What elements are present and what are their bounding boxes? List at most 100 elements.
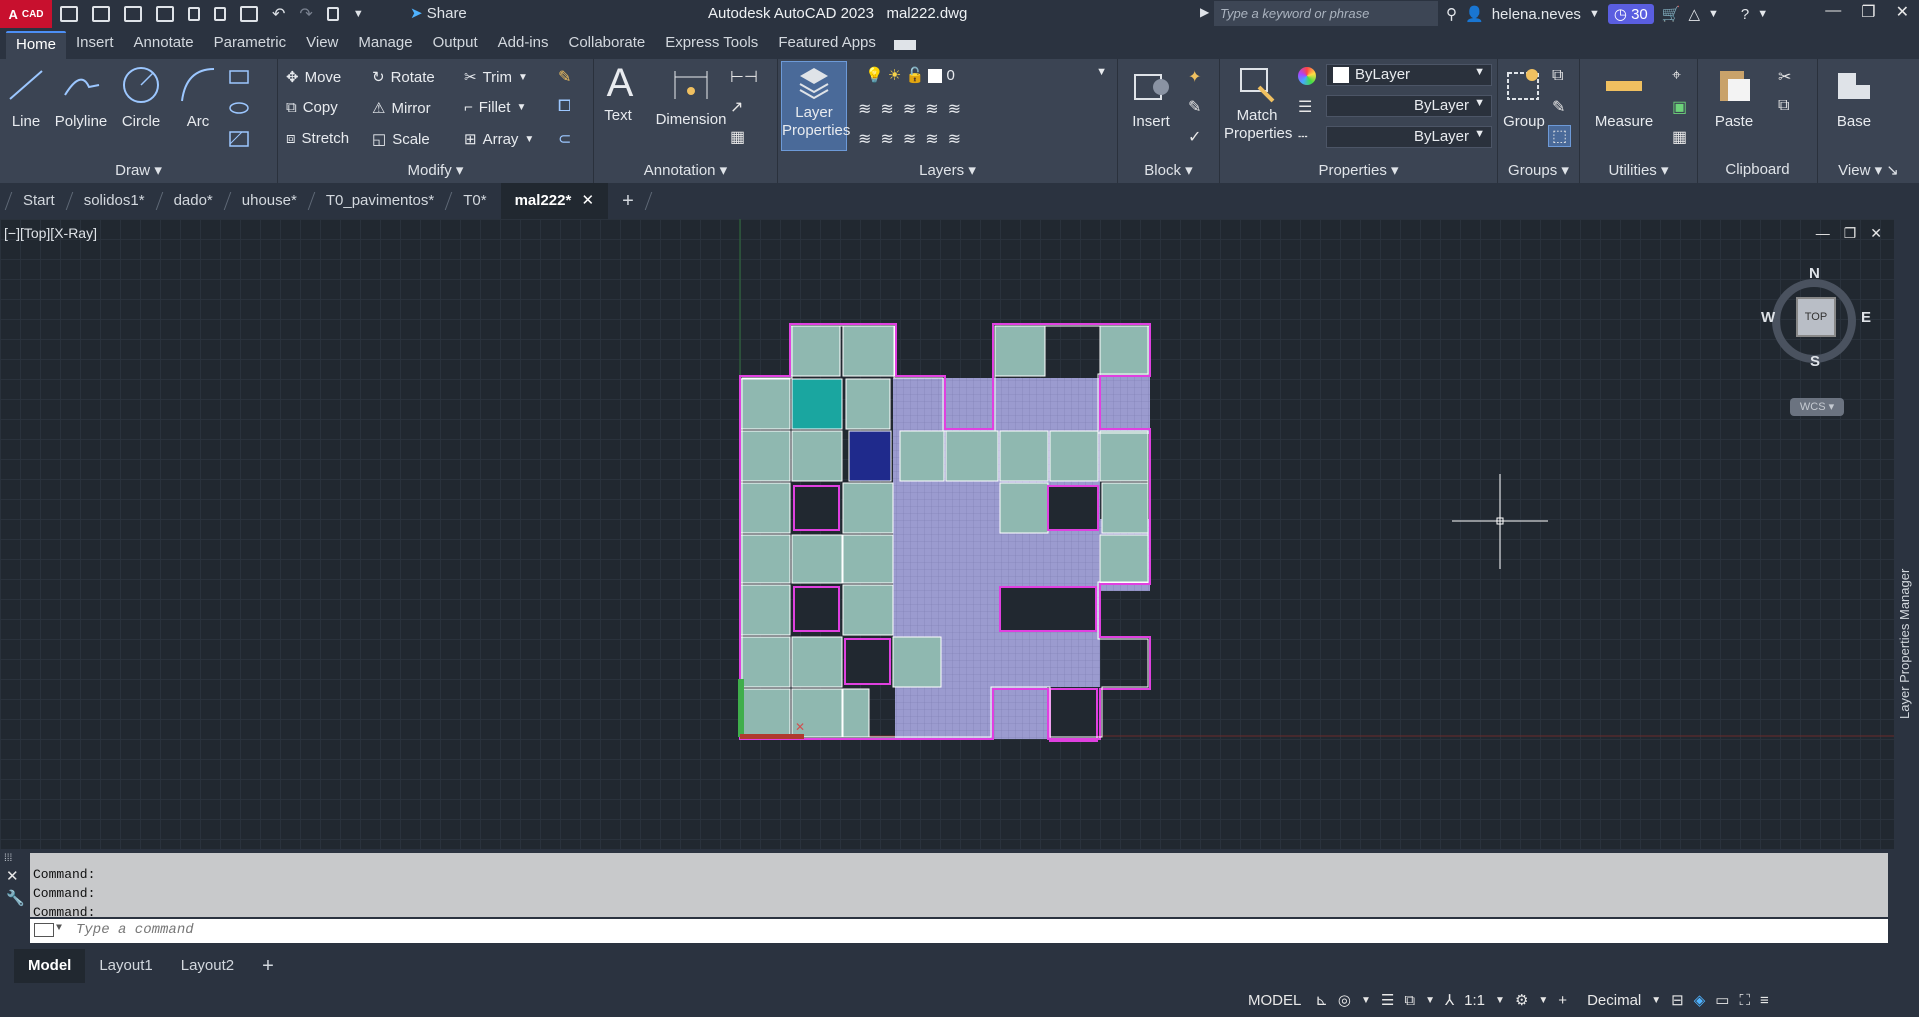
help-icon[interactable]: ? [1741,6,1749,23]
layer-dropdown[interactable]: 💡 ☀ 🔓 0 ▼ [858,64,1114,86]
workspace-icon[interactable] [326,7,339,21]
tab-parametric[interactable]: Parametric [204,31,297,59]
linetype-dropdown[interactable]: ByLayer ▼ [1326,95,1492,117]
redo-icon[interactable]: ↷ [299,4,312,24]
doc-tab-t0-pavimentos[interactable]: T0_pavimentos* [312,183,448,219]
tab-express-tools[interactable]: Express Tools [655,31,768,59]
tab-manage[interactable]: Manage [348,31,422,59]
save-web-icon[interactable] [214,7,226,21]
annotation-panel-label[interactable]: Annotation ▾ [594,161,777,181]
selection-cycling-icon[interactable]: ⧉ [1404,992,1415,1009]
tab-model[interactable]: Model [14,949,86,983]
group-edit-icon[interactable]: ✎ [1552,97,1565,117]
move-button[interactable]: ✥ Move [286,68,341,87]
tab-output[interactable]: Output [423,31,488,59]
block-attribute-icon[interactable]: ✓ [1188,127,1201,147]
units-dropdown-icon[interactable]: ▼ [1651,995,1661,1006]
help-dropdown-icon[interactable]: ▼ [1757,8,1768,20]
erase-icon[interactable]: ✎ [558,67,571,87]
group-selection-icon[interactable]: ⬚ [1548,125,1572,147]
array-button[interactable]: ⊞ Array ▼ [464,130,534,149]
trim-button[interactable]: ✂ Trim ▼ [464,68,528,87]
workspace-gear-icon[interactable]: ⚙ [1515,991,1528,1009]
doc-tab-uhouse[interactable]: uhouse* [228,183,311,219]
modify-panel-label[interactable]: Modify ▾ [278,161,593,181]
text-button[interactable]: A Text [600,63,636,124]
id-point-icon[interactable]: ⌖ [1672,67,1681,85]
ellipse-icon[interactable] [228,100,250,116]
ribbon-minimize-icon[interactable] [893,40,916,50]
edit-block-icon[interactable]: ✎ [1188,97,1201,117]
tab-collaborate[interactable]: Collaborate [558,31,655,59]
doc-tab-t0[interactable]: T0* [449,183,500,219]
quick-properties-icon[interactable]: ⊟ [1671,991,1684,1009]
groups-panel-label[interactable]: Groups ▾ [1498,161,1579,181]
quick-select-icon[interactable]: ▣ [1672,97,1687,117]
open-folder-icon[interactable] [92,6,110,22]
layer-properties-button[interactable]: Layer Properties [781,61,850,151]
ungroup-icon[interactable]: ⧉ [1552,67,1563,85]
dimension-button[interactable]: Dimension [652,63,730,128]
customization-menu-icon[interactable]: ≡ [1760,992,1769,1009]
offset-icon[interactable]: ⊂ [558,129,571,149]
polyline-button[interactable]: Polyline [50,65,112,130]
share-button[interactable]: ➤ Share [410,4,467,22]
copy-clip-icon[interactable]: ⧉ [1778,97,1789,115]
wcs-menu[interactable]: WCS ▾ [1790,398,1844,416]
hardware-acceleration-icon[interactable]: ▭ [1715,991,1729,1009]
compass-east[interactable]: E [1861,309,1871,326]
calculator-icon[interactable]: ▦ [1672,127,1687,147]
viewcube[interactable]: TOP N S W E [1761,265,1871,373]
stretch-button[interactable]: ⧈ Stretch [286,130,349,147]
lineweight-icon[interactable]: ☰ [1298,97,1312,117]
draw-panel-label[interactable]: Draw ▾ [0,161,277,181]
block-panel-label[interactable]: Block ▾ [1118,161,1219,181]
line-button[interactable]: Line [6,65,46,130]
a360-dropdown-icon[interactable]: ▼ [1708,8,1719,20]
doc-tab-dado[interactable]: dado* [160,183,227,219]
command-prompt-icon[interactable] [34,923,54,937]
restore-icon[interactable]: ❐ [1861,2,1875,22]
utilities-panel-label[interactable]: Utilities ▾ [1580,161,1697,181]
mirror-button[interactable]: ⚠ Mirror [372,99,431,118]
tab-layout1[interactable]: Layout1 [85,949,166,983]
new-tab-button[interactable]: + [608,183,648,219]
annotation-scale-icon[interactable]: ⅄ [1445,991,1454,1009]
rectangle-icon[interactable] [228,69,250,85]
trial-timer-badge[interactable]: ◷ 30 [1607,4,1654,24]
command-recent-dropdown-icon[interactable]: ▼ [56,923,62,934]
leader-icon[interactable]: ↗ [730,97,743,117]
save-as-icon[interactable] [156,6,174,22]
linetype-icon[interactable]: ┄ [1298,127,1308,147]
circle-button[interactable]: Circle [118,65,164,130]
grid-icon[interactable]: ⊾ [1315,991,1328,1009]
tab-featured-apps[interactable]: Featured Apps [768,31,886,59]
close-tab-icon[interactable]: ✕ [581,192,594,209]
cart-icon[interactable]: 🛒 [1662,5,1681,23]
doc-tab-start[interactable]: Start [9,183,69,219]
layer-tools-row2[interactable]: ≋≋≋≋≋ [858,129,970,149]
side-panel-label[interactable]: Layer Properties Manager [1897,569,1912,719]
search-icon[interactable]: ⚲ [1446,5,1457,23]
viewcube-top-face[interactable]: TOP [1796,297,1836,337]
scale-button[interactable]: ◱ Scale [372,130,430,149]
polar-dropdown-icon[interactable]: ▼ [1361,995,1371,1006]
layers-panel-label[interactable]: Layers ▾ [778,161,1117,181]
user-dropdown-icon[interactable]: ▼ [1589,8,1600,20]
lineweight-status-icon[interactable]: ☰ [1381,991,1394,1009]
new-layout-button[interactable]: + [248,949,288,983]
rotate-button[interactable]: ↻ Rotate [372,68,435,87]
tab-view[interactable]: View [296,31,348,59]
compass-north[interactable]: N [1809,265,1820,282]
search-expand-icon[interactable]: ▶ [1200,5,1209,19]
annotation-scale-value[interactable]: 1:1 [1464,992,1485,1009]
match-properties-button[interactable]: Match Properties [1224,65,1292,143]
clean-screen-icon[interactable]: ⛶ [1739,992,1750,1009]
units-value[interactable]: Decimal [1587,992,1641,1009]
view-panel-label[interactable]: View ▾ ↘ [1818,161,1919,181]
create-block-icon[interactable]: ✦ [1188,67,1201,87]
table-icon[interactable]: ▦ [730,127,745,147]
annotation-monitor-icon[interactable]: + [1558,992,1567,1009]
compass-west[interactable]: W [1761,309,1775,326]
explode-icon[interactable]: ⧠ [558,98,571,116]
